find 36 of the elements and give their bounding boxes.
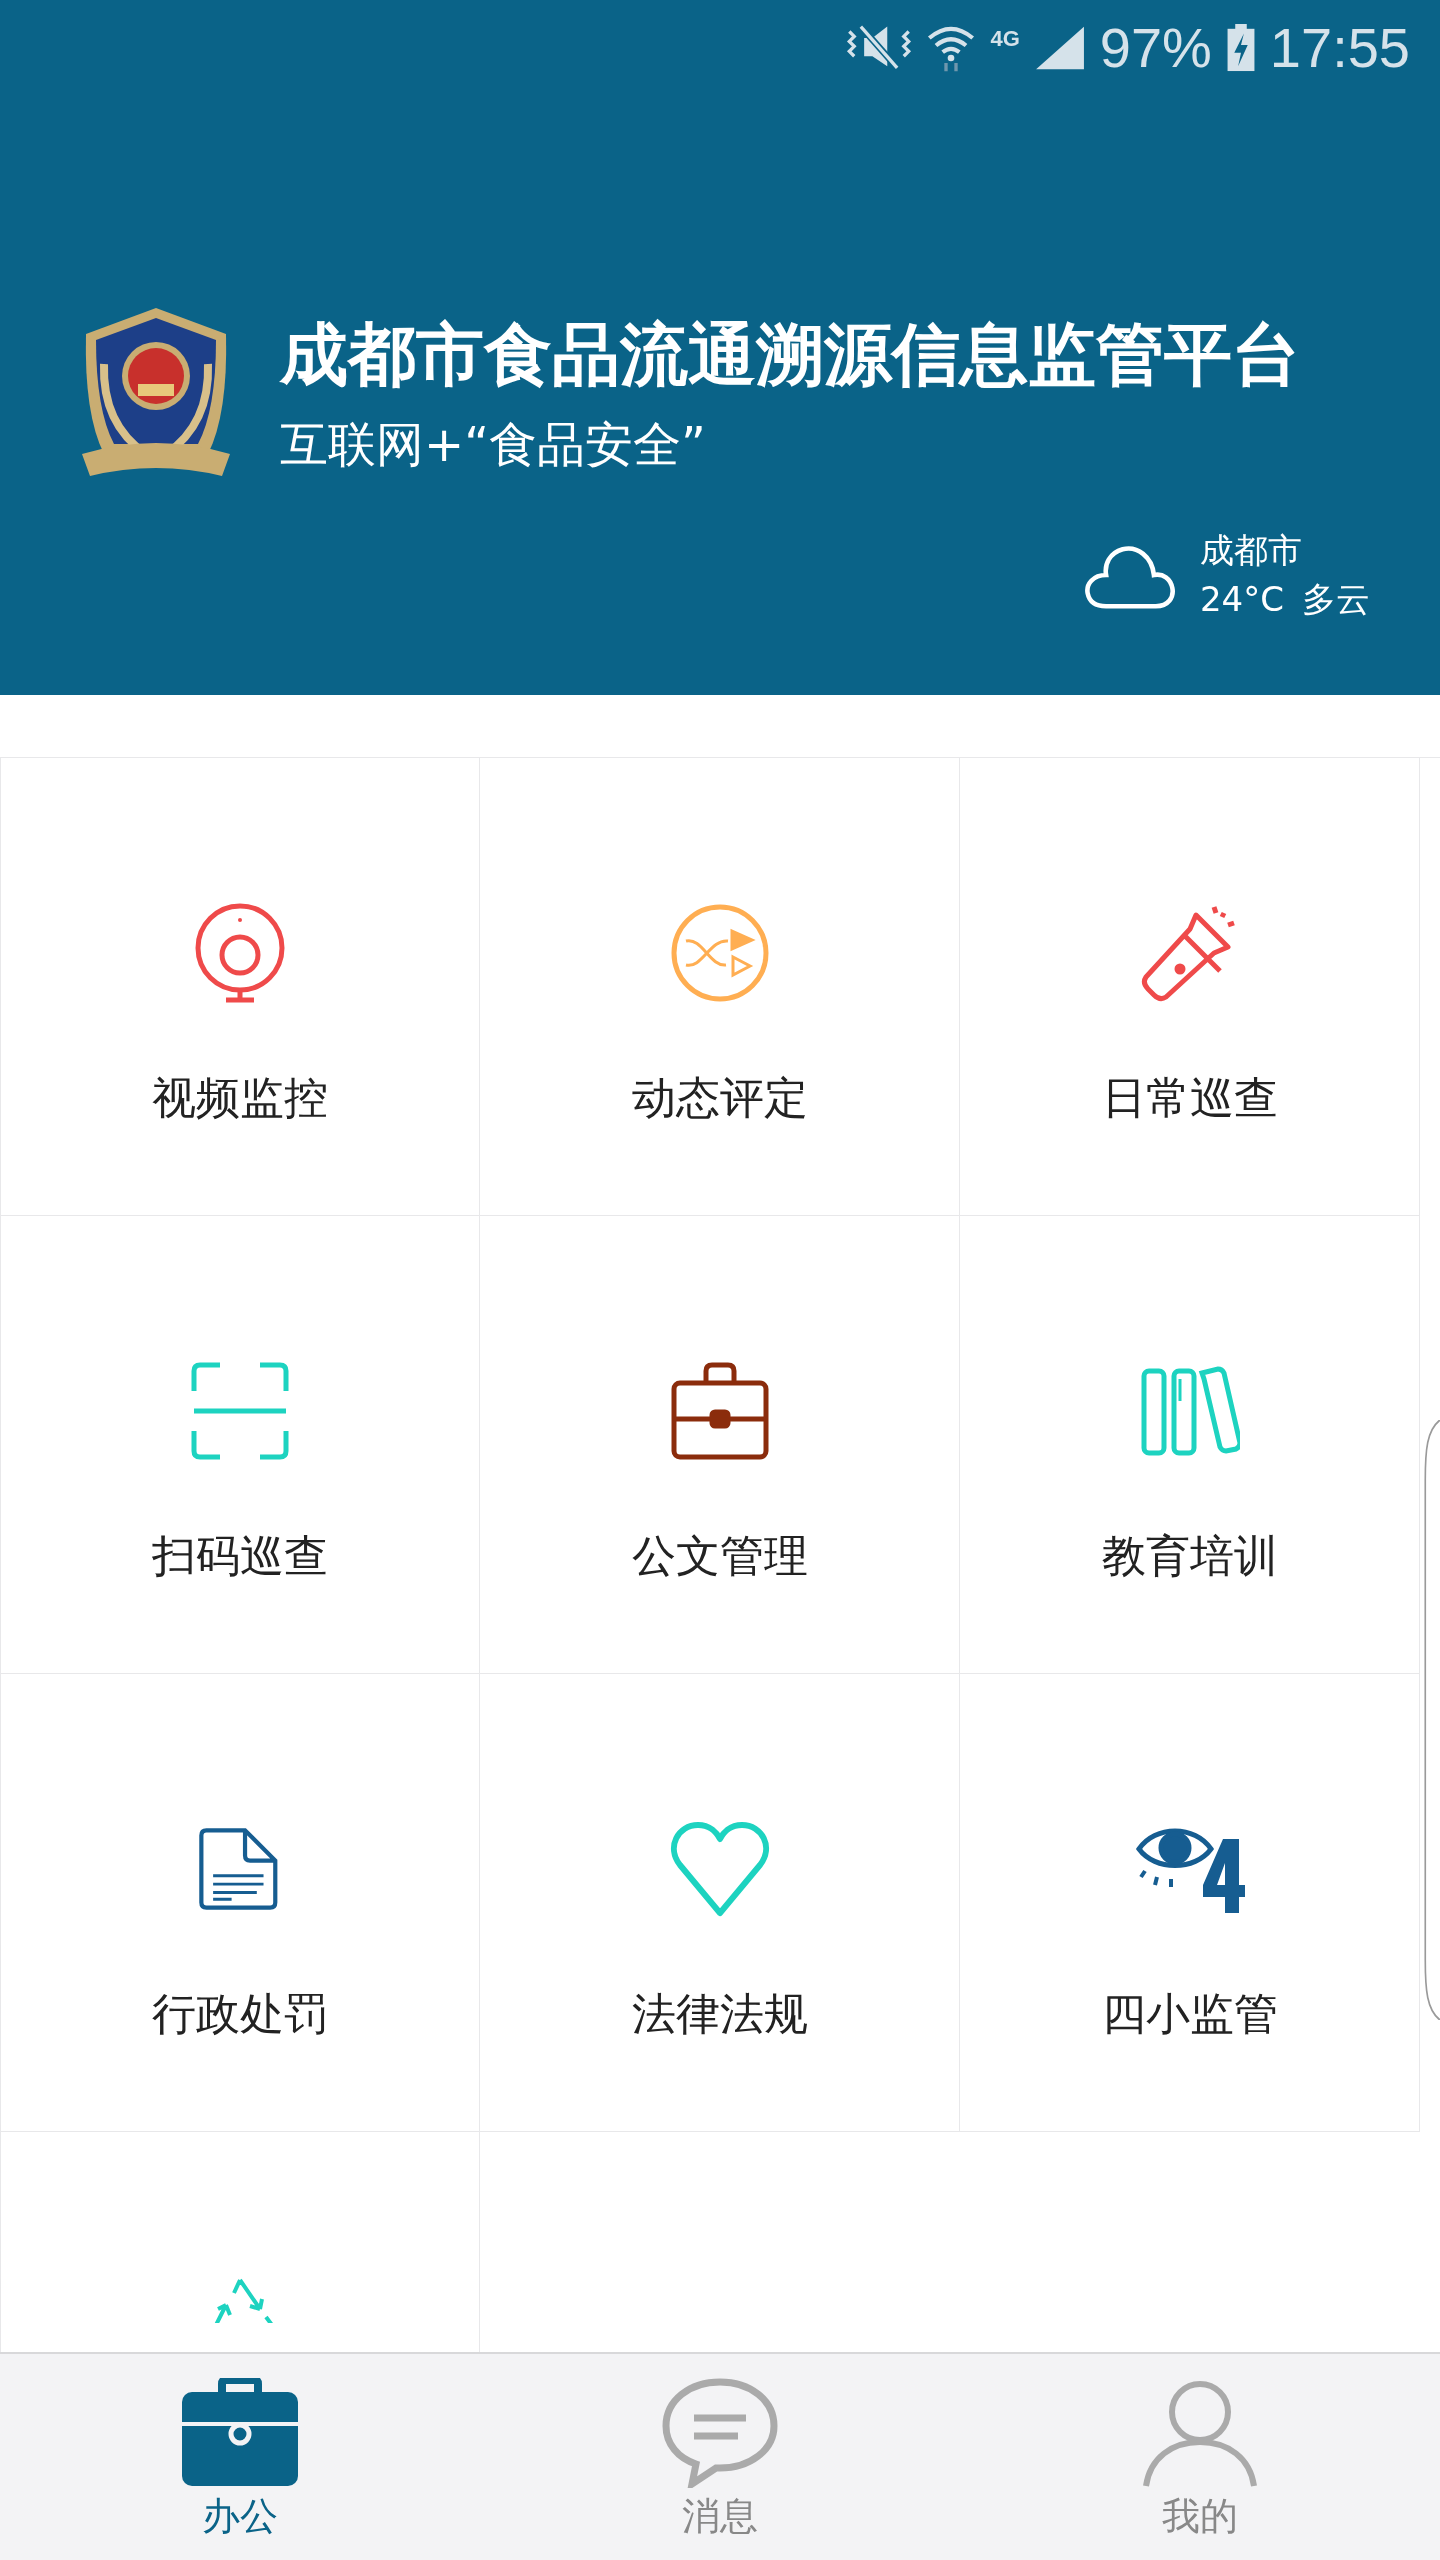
person-icon xyxy=(1140,2378,1260,2488)
scan-icon xyxy=(190,1361,290,1461)
menu-tile[interactable]: 教育培训 xyxy=(960,1216,1420,1674)
menu-tile[interactable]: 动态评定 xyxy=(480,758,960,1216)
battery-icon xyxy=(1225,24,1256,72)
shuffle-icon xyxy=(669,903,770,1003)
heart-icon xyxy=(669,1819,770,1919)
tile-label: 动态评定 xyxy=(631,1071,808,1124)
briefcase-icon xyxy=(180,2378,300,2488)
network-label: 4G xyxy=(990,28,1020,50)
tile-label: 法律法规 xyxy=(631,1987,808,2040)
city-name: 成都市 xyxy=(1200,530,1303,571)
menu-tile[interactable]: 法律法规 xyxy=(480,1674,960,2132)
menu-tile[interactable]: 视频监控 xyxy=(0,758,480,1216)
weather-condition: 多云 xyxy=(1302,578,1370,620)
briefcase-icon xyxy=(669,1361,770,1461)
app-subtitle: 互联网+“食品安全” xyxy=(280,416,707,474)
menu-tile[interactable]: 行政处罚 xyxy=(0,1674,480,2132)
tile-label: 扫码巡查 xyxy=(152,1529,328,1582)
edge-handle[interactable] xyxy=(1422,1420,1440,2020)
clock: 17:55 xyxy=(1269,20,1410,76)
temperature: 24°C xyxy=(1200,578,1284,620)
chat-icon xyxy=(660,2378,780,2488)
menu-tile[interactable]: 日常巡查 xyxy=(960,758,1420,1216)
menu-tile[interactable]: 四小监管 xyxy=(960,1674,1420,2132)
tile-label: 四小监管 xyxy=(1101,1987,1278,2040)
tile-label: 视频监控 xyxy=(152,1071,328,1124)
tile-label: 日常巡查 xyxy=(1101,1071,1278,1124)
menu-tile[interactable]: 扫码巡查 xyxy=(0,1216,480,1674)
tile-label: 公文管理 xyxy=(631,1529,808,1582)
tile-label: 教育培训 xyxy=(1101,1529,1278,1582)
tile-label: 行政处罚 xyxy=(152,1987,328,2040)
menu-tile[interactable]: 公文管理 xyxy=(480,1216,960,1674)
battery-percentage: 97% xyxy=(1099,20,1212,76)
app-title: 成都市食品流通溯源信息监管平台 xyxy=(280,314,1300,396)
tab[interactable]: 办公 xyxy=(0,2354,480,2560)
